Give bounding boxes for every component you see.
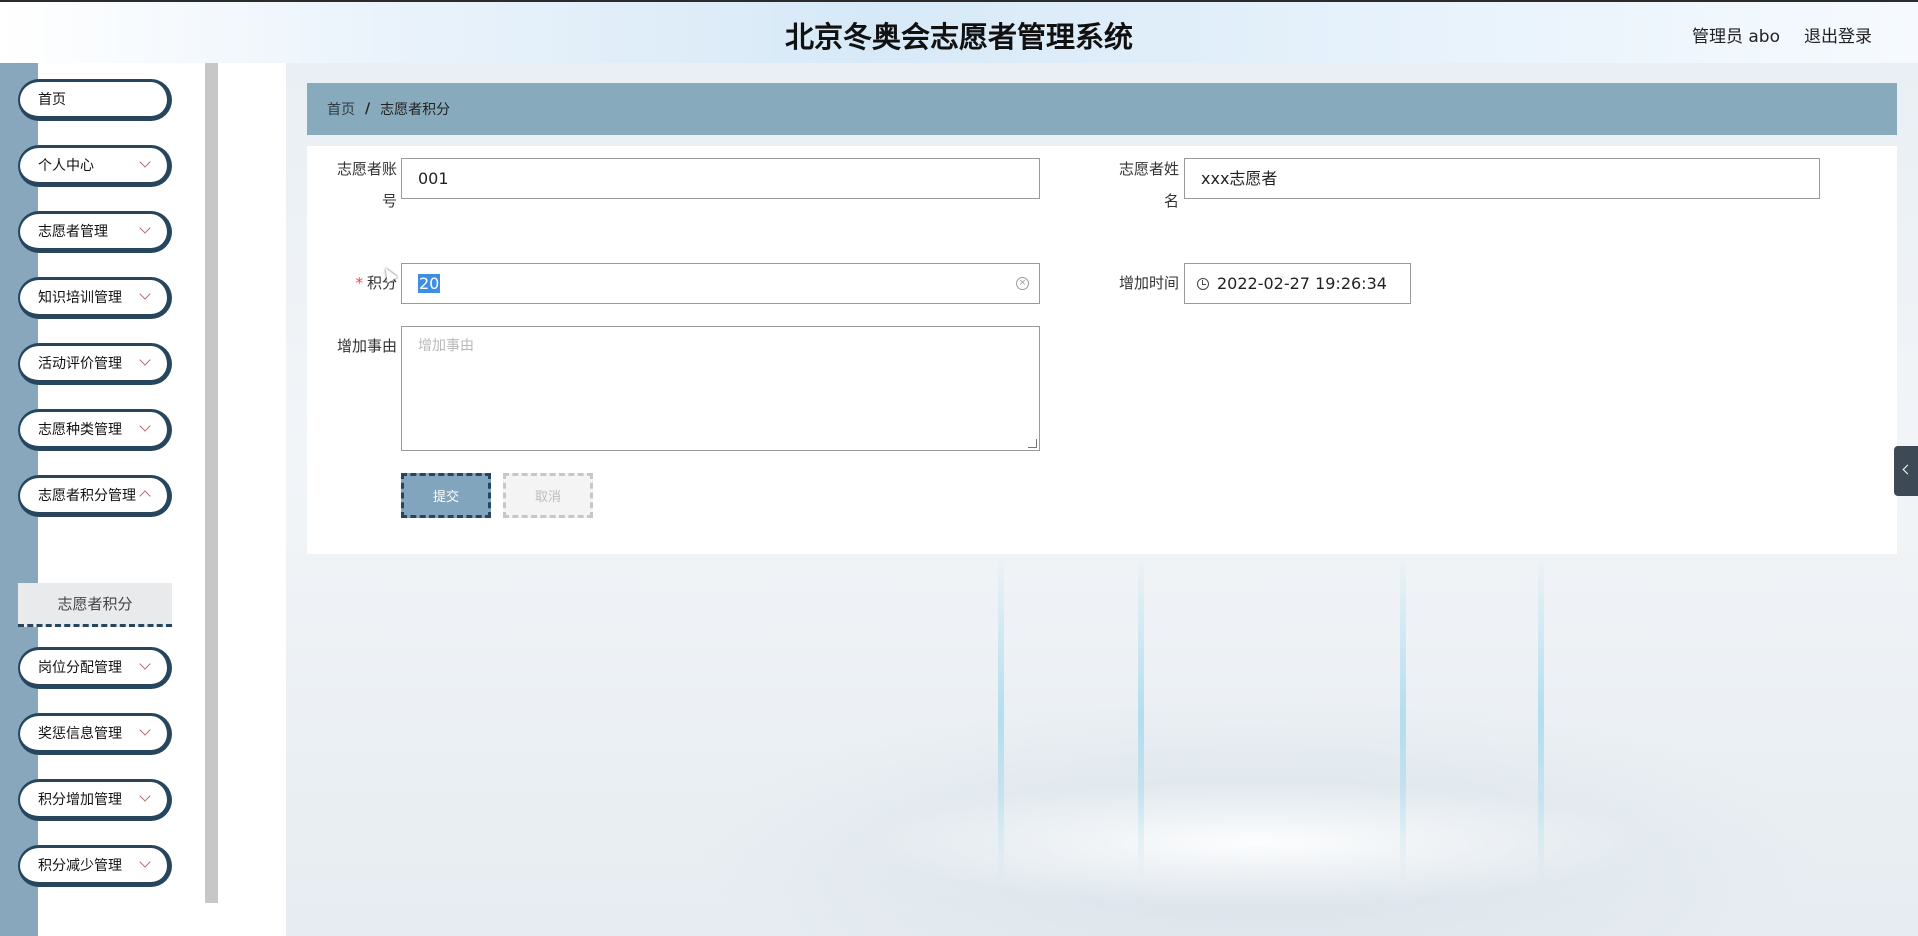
sidebar: 首页 个人中心 志愿者管理 知识培训管理 活动评价管理 志愿种类管理 志愿者积分…: [0, 63, 218, 936]
account-label-line2: 号: [381, 192, 397, 210]
light-beam: [998, 553, 1004, 883]
time-picker[interactable]: 2022-02-27 19:26:34: [1184, 263, 1411, 304]
sidebar-item-label: 岗位分配管理: [38, 660, 122, 676]
current-user: 管理员 abo: [1691, 27, 1780, 47]
chevron-down-icon: [139, 420, 151, 432]
sidebar-item-label: 奖惩信息管理: [38, 726, 122, 742]
breadcrumb-home[interactable]: 首页: [327, 99, 355, 119]
sidebar-item-label: 积分增加管理: [38, 792, 122, 808]
sidebar-item-points-management[interactable]: 志愿者积分管理: [18, 475, 172, 517]
reason-placeholder: 增加事由: [418, 338, 474, 354]
light-beam: [1538, 553, 1544, 883]
chevron-down-icon: [139, 856, 151, 868]
chevron-down-icon: [139, 724, 151, 736]
points-input[interactable]: 20 ×: [401, 263, 1040, 304]
chevron-down-icon: [139, 354, 151, 366]
top-header: 北京冬奥会志愿者管理系统 管理员 abo 退出登录: [0, 0, 1918, 63]
sidebar-item-label: 知识培训管理: [38, 290, 122, 306]
resize-grip-icon[interactable]: [1028, 439, 1037, 448]
sidebar-item-personal-center[interactable]: 个人中心: [18, 145, 172, 187]
reason-label: 增加事由: [336, 337, 397, 355]
points-value: 20: [418, 274, 441, 293]
name-label: 志愿者姓 名: [1103, 159, 1179, 211]
sidebar-item-points-decrease[interactable]: 积分减少管理: [18, 845, 172, 887]
account-label-line1: 志愿者账: [336, 160, 397, 178]
name-label-line2: 名: [1163, 192, 1179, 210]
time-label: 增加时间: [1118, 274, 1179, 292]
collapse-panel-button[interactable]: [1894, 446, 1918, 496]
logout-link[interactable]: 退出登录: [1804, 22, 1872, 47]
reason-textarea[interactable]: 增加事由: [401, 326, 1040, 451]
submit-button[interactable]: 提交: [401, 473, 491, 518]
name-label-line1: 志愿者姓: [1118, 160, 1179, 178]
chevron-left-icon: [1902, 464, 1913, 475]
time-value: 2022-02-27 19:26:34: [1217, 274, 1387, 293]
sidebar-item-label: 个人中心: [38, 158, 94, 174]
sidebar-item-home[interactable]: 首页: [18, 79, 172, 121]
sidebar-item-volunteer-management[interactable]: 志愿者管理: [18, 211, 172, 253]
sidebar-subitem-volunteer-points[interactable]: 志愿者积分: [18, 583, 172, 627]
sidebar-item-label: 活动评价管理: [38, 356, 122, 372]
form-panel: 志愿者账 号 001 志愿者姓 名 xxx志愿者 * 积分 20 × 增加时间 2…: [307, 146, 1897, 554]
chevron-down-icon: [139, 288, 151, 300]
app-title: 北京冬奥会志愿者管理系统: [784, 20, 1133, 54]
clear-icon[interactable]: ×: [1016, 277, 1029, 290]
breadcrumb-current: 志愿者积分: [380, 102, 451, 118]
content-gutter: [218, 63, 286, 936]
sidebar-item-reward-penalty[interactable]: 奖惩信息管理: [18, 713, 172, 755]
clock-icon: [1197, 278, 1209, 290]
sidebar-item-training-management[interactable]: 知识培训管理: [18, 277, 172, 319]
chevron-down-icon: [139, 658, 151, 670]
sidebar-item-label: 志愿者积分管理: [38, 488, 136, 504]
sidebar-item-label: 志愿者管理: [38, 224, 108, 240]
sidebar-item-label: 首页: [38, 92, 66, 108]
name-input[interactable]: xxx志愿者: [1184, 158, 1820, 199]
sidebar-item-evaluation-management[interactable]: 活动评价管理: [18, 343, 172, 385]
chevron-down-icon: [139, 790, 151, 802]
chevron-up-icon: [139, 490, 151, 502]
required-mark: *: [355, 274, 363, 292]
breadcrumb-separator: /: [365, 101, 371, 117]
cancel-button[interactable]: 取消: [503, 473, 593, 518]
account-label: 志愿者账 号: [321, 159, 397, 211]
light-beam: [1400, 553, 1406, 883]
sidebar-item-points-increase[interactable]: 积分增加管理: [18, 779, 172, 821]
chevron-down-icon: [139, 156, 151, 168]
chevron-down-icon: [139, 222, 151, 234]
sidebar-item-label: 志愿种类管理: [38, 422, 122, 438]
sidebar-scrollbar[interactable]: [205, 63, 218, 903]
breadcrumb: 首页 / 志愿者积分: [307, 83, 1897, 135]
account-input[interactable]: 001: [401, 158, 1040, 199]
light-beam: [1138, 553, 1144, 883]
sidebar-item-label: 积分减少管理: [38, 858, 122, 874]
sidebar-item-category-management[interactable]: 志愿种类管理: [18, 409, 172, 451]
sidebar-item-post-assignment[interactable]: 岗位分配管理: [18, 647, 172, 689]
